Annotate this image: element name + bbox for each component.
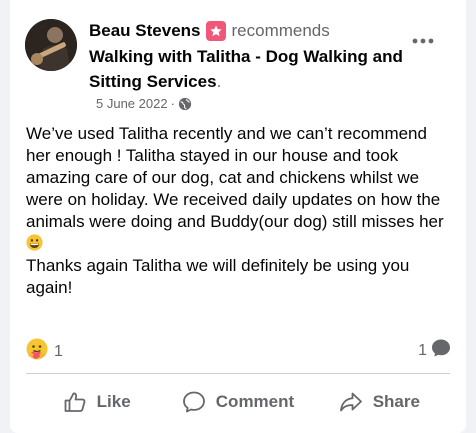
post-body-closing: Thanks again Talitha we will definitely … [26, 256, 410, 297]
thumbs-up-icon [63, 390, 87, 414]
more-dots-icon [412, 38, 434, 44]
like-label: Like [96, 392, 131, 411]
post-meta: 5 June 2022 · [96, 96, 192, 111]
avatar[interactable] [25, 19, 77, 71]
comment-icon [182, 390, 206, 414]
comment-bubble-icon [431, 338, 451, 363]
comment-button[interactable]: Comment [167, 380, 308, 424]
page-name-link[interactable]: Walking with Talitha - Dog Walking and S… [89, 47, 403, 91]
share-button[interactable]: Share [309, 380, 450, 424]
care-reaction-icon [26, 338, 48, 365]
grinning-face-emoji-icon [26, 234, 43, 251]
author-line: Beau Stevens recommends [89, 19, 330, 43]
post-date[interactable]: 5 June 2022 [96, 96, 168, 111]
comment-label: Comment [215, 392, 295, 411]
post-header: Beau Stevens recommends Walking with Tal… [10, 0, 466, 116]
more-options-button[interactable] [405, 26, 441, 56]
post-card: Beau Stevens recommends Walking with Tal… [10, 0, 466, 433]
actions-divider [26, 373, 450, 374]
like-button[interactable]: Like [26, 380, 167, 424]
post-body: We’ve used Talitha recently and we can’t… [26, 123, 456, 299]
reactions-summary[interactable]: 1 [26, 338, 63, 365]
post-actions: Like Comment Share [26, 380, 450, 424]
page-name-suffix: . [216, 72, 222, 91]
comment-count: 1 [418, 341, 427, 359]
action-text: recommends [231, 21, 330, 40]
meta-separator: · [170, 96, 175, 111]
author-name[interactable]: Beau Stevens [89, 21, 201, 41]
globe-icon[interactable] [178, 97, 192, 111]
reaction-count: 1 [54, 342, 63, 360]
reaction-stats-bar: 1 1 [10, 336, 466, 366]
comment-count-link[interactable]: 1 [418, 338, 451, 363]
share-icon [339, 390, 363, 414]
post-body-text: We’ve used Talitha recently and we can’t… [26, 124, 444, 231]
recommended-page[interactable]: Walking with Talitha - Dog Walking and S… [89, 44, 409, 94]
recommend-star-icon [205, 21, 226, 41]
share-label: Share [372, 392, 420, 411]
